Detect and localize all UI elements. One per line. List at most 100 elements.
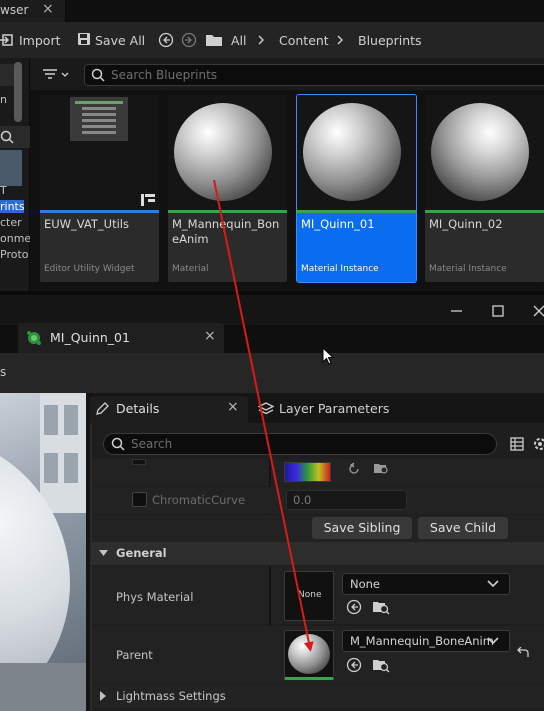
chromatic-curve-value[interactable]: 0.0 bbox=[286, 490, 407, 510]
details-search-input[interactable]: Search bbox=[103, 433, 497, 455]
sources-selection bbox=[0, 150, 22, 186]
general-category-header[interactable]: General bbox=[92, 542, 544, 565]
asset-tile[interactable]: MI_Quinn_02 Material Instance bbox=[425, 95, 544, 282]
parent-combo[interactable]: M_Mannequin_BoneAnim bbox=[342, 630, 510, 652]
asset-type: Editor Utility Widget bbox=[44, 264, 135, 274]
save-sibling-button[interactable]: Save Sibling bbox=[312, 517, 412, 539]
gradient-preview[interactable] bbox=[284, 462, 331, 482]
asset-name: MI_Quinn_01 bbox=[301, 217, 375, 231]
reset-to-default-icon[interactable] bbox=[516, 647, 530, 659]
browse-asset-icon[interactable] bbox=[372, 599, 390, 615]
use-selected-icon[interactable] bbox=[346, 657, 362, 673]
property-label: Parent bbox=[116, 648, 153, 662]
use-selected-icon[interactable] bbox=[346, 599, 362, 615]
category-label: Lightmass Settings bbox=[116, 689, 226, 703]
property-row bbox=[92, 459, 544, 486]
asset-thumbnail bbox=[297, 95, 416, 210]
asset-tile[interactable]: EUW_VAT_Utils Editor Utility Widget bbox=[40, 95, 159, 282]
import-button[interactable]: Import bbox=[19, 33, 61, 48]
folder-icon[interactable] bbox=[205, 32, 223, 47]
material-sphere bbox=[174, 103, 272, 201]
content-browser-tab[interactable]: wser × bbox=[0, 0, 66, 22]
import-icon bbox=[0, 34, 13, 46]
asset-type-bar bbox=[297, 210, 416, 213]
thumbnail-none-label: None bbox=[298, 590, 322, 600]
chevron-down-icon bbox=[487, 637, 499, 645]
property-row-chromatic-curve: ChromaticCurve 0.0 bbox=[92, 487, 544, 514]
details-search-placeholder: Search bbox=[131, 437, 173, 451]
asset-thumbnail[interactable]: None bbox=[284, 571, 334, 621]
search-placeholder: Search Blueprints bbox=[111, 68, 218, 82]
save-child-button[interactable]: Save Child bbox=[418, 517, 508, 539]
override-checkbox[interactable] bbox=[132, 492, 147, 507]
filter-icon[interactable] bbox=[43, 68, 69, 82]
browse-asset-icon[interactable] bbox=[373, 461, 389, 475]
chevron-right-icon bbox=[337, 35, 343, 45]
close-icon[interactable]: × bbox=[42, 1, 54, 17]
material-sphere bbox=[431, 103, 529, 201]
save-all-button[interactable]: Save All bbox=[95, 33, 145, 48]
toolbar-fragment[interactable]: s bbox=[0, 365, 6, 379]
forward-icon[interactable] bbox=[181, 32, 197, 48]
category-label: General bbox=[116, 546, 167, 560]
save-icon bbox=[78, 33, 90, 45]
document-tab-label: MI_Quinn_01 bbox=[50, 330, 130, 345]
material-sphere bbox=[288, 634, 330, 674]
save-buttons-row: Save Sibling Save Child bbox=[92, 515, 544, 542]
phys-material-combo[interactable]: None bbox=[342, 573, 510, 595]
asset-name: EUW_VAT_Utils bbox=[44, 217, 129, 231]
widget-icon bbox=[141, 194, 155, 206]
sources-panel: n T rints cter onme Proto bbox=[0, 58, 31, 291]
pencil-icon bbox=[96, 402, 109, 415]
property-label: ChromaticCurve bbox=[152, 493, 246, 507]
preview-floor bbox=[0, 663, 86, 711]
breadcrumb-content[interactable]: Content bbox=[279, 33, 329, 48]
breadcrumb-blueprints[interactable]: Blueprints bbox=[358, 33, 422, 48]
tab-mi-quinn-01[interactable]: MI_Quinn_01 × bbox=[18, 323, 224, 353]
search-input[interactable]: Search Blueprints bbox=[84, 64, 544, 86]
tab-details-label: Details bbox=[116, 401, 160, 416]
sources-search[interactable] bbox=[0, 126, 30, 148]
sources-header bbox=[0, 64, 14, 86]
close-icon[interactable]: × bbox=[227, 399, 239, 415]
sources-item[interactable]: T bbox=[0, 184, 7, 197]
asset-thumbnail bbox=[425, 95, 544, 210]
reset-arrow-icon[interactable] bbox=[347, 462, 361, 476]
asset-name: M_Mannequin_BoneAnim bbox=[172, 217, 280, 246]
content-browser-tab-bar bbox=[0, 0, 544, 22]
sources-item[interactable]: n bbox=[0, 93, 7, 106]
asset-thumbnail bbox=[168, 95, 287, 210]
preview-viewport[interactable] bbox=[0, 393, 86, 711]
scrollbar[interactable] bbox=[14, 62, 22, 122]
combo-value: None bbox=[350, 577, 381, 591]
tab-layer-parameters[interactable]: Layer Parameters bbox=[255, 396, 455, 423]
close-icon[interactable] bbox=[533, 305, 544, 317]
cursor-icon bbox=[322, 347, 334, 365]
override-checkbox[interactable] bbox=[132, 459, 146, 465]
content-browser-filter-row: Search Blueprints bbox=[0, 58, 544, 90]
search-icon bbox=[91, 68, 105, 82]
close-icon[interactable]: × bbox=[204, 328, 216, 344]
chevron-right-icon bbox=[100, 691, 106, 701]
settings-gear-icon[interactable] bbox=[532, 436, 544, 452]
editor-title-bar bbox=[0, 295, 544, 325]
sources-item[interactable]: Proto bbox=[0, 248, 29, 261]
back-icon[interactable] bbox=[158, 32, 174, 48]
sources-item[interactable]: onme bbox=[0, 232, 31, 245]
maximize-icon[interactable] bbox=[492, 305, 504, 317]
asset-tile[interactable]: M_Mannequin_BoneAnim Material bbox=[168, 95, 287, 282]
lightmass-category-header[interactable]: Lightmass Settings bbox=[92, 685, 544, 708]
chevron-right-icon bbox=[258, 35, 264, 45]
sources-item-selected[interactable]: rints bbox=[0, 200, 25, 213]
search-icon bbox=[111, 437, 125, 451]
tab-details[interactable]: Details × bbox=[90, 396, 248, 423]
table-view-icon[interactable] bbox=[510, 437, 524, 451]
browse-asset-icon[interactable] bbox=[372, 657, 390, 673]
content-browser-toolbar: Import Save All All Content Blueprints bbox=[0, 22, 544, 58]
sources-item[interactable]: cter bbox=[0, 216, 22, 229]
minimize-icon[interactable] bbox=[451, 309, 463, 313]
asset-type-bar bbox=[425, 210, 544, 213]
parent-thumbnail[interactable] bbox=[284, 630, 334, 680]
asset-tile-selected[interactable]: MI_Quinn_01 Material Instance bbox=[296, 94, 417, 283]
breadcrumb-all[interactable]: All bbox=[231, 33, 247, 48]
